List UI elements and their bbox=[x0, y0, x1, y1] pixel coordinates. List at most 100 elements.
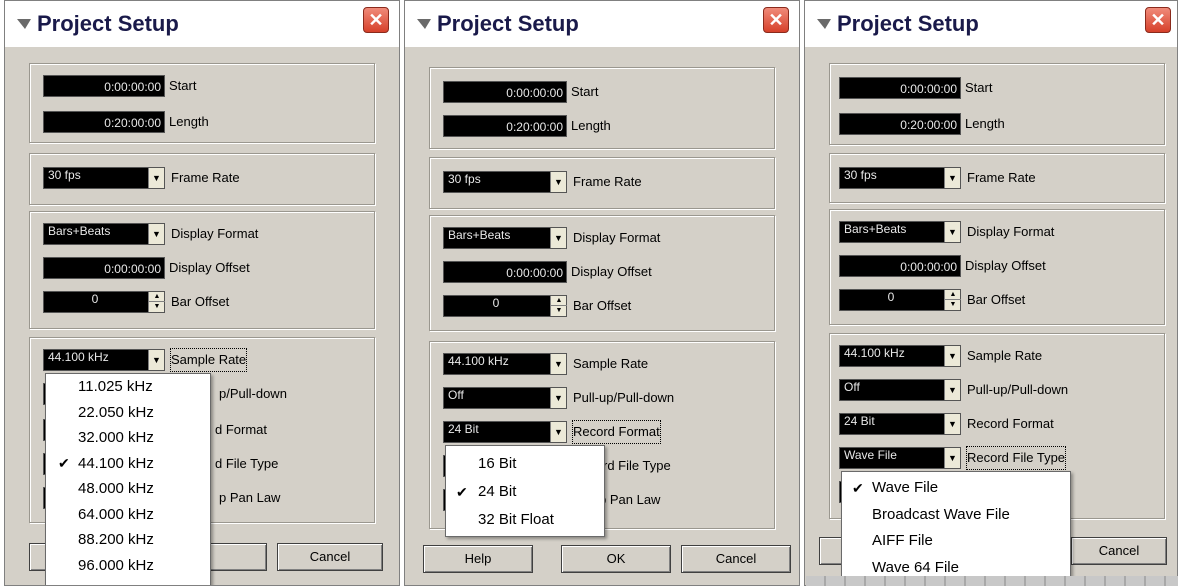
cubase-app-icon bbox=[17, 19, 31, 29]
pullup-label: p/Pull-down bbox=[219, 386, 287, 401]
record-format-menu: 16 Bit ✔ 24 Bit 32 Bit Float bbox=[445, 445, 605, 537]
start-field[interactable]: 0:00:00:00 bbox=[43, 75, 165, 97]
bar-offset-label: Bar Offset bbox=[573, 298, 632, 313]
chevron-down-icon[interactable]: ▼ bbox=[550, 172, 566, 192]
title-bar: Project Setup ✕ bbox=[805, 1, 1177, 47]
display-offset-field[interactable]: 0:00:00:00 bbox=[839, 255, 961, 277]
stepper-down-icon[interactable]: ▼ bbox=[945, 300, 961, 310]
chevron-down-icon[interactable]: ▼ bbox=[944, 222, 960, 242]
chevron-down-icon[interactable]: ▼ bbox=[550, 388, 566, 408]
pullup-label: Pull-up/Pull-down bbox=[967, 382, 1069, 397]
record-format-dropdown[interactable]: 24 Bit ▼ bbox=[443, 421, 567, 443]
record-format-dropdown[interactable]: 24 Bit ▼ bbox=[839, 413, 961, 435]
chevron-down-icon[interactable]: ▼ bbox=[944, 346, 960, 366]
display-format-dropdown[interactable]: Bars+Beats ▼ bbox=[443, 227, 567, 249]
close-button[interactable]: ✕ bbox=[1145, 7, 1171, 33]
menu-item-48000[interactable]: 48.000 kHz bbox=[46, 480, 210, 506]
stepper-up-icon[interactable]: ▲ bbox=[945, 290, 961, 300]
pan-law-label: p Pan Law bbox=[599, 492, 661, 507]
start-field[interactable]: 0:00:00:00 bbox=[839, 77, 961, 99]
length-field[interactable]: 0:20:00:00 bbox=[43, 111, 165, 133]
menu-item-24bit[interactable]: ✔ 24 Bit bbox=[446, 478, 604, 506]
menu-item-96000[interactable]: 96.000 kHz bbox=[46, 557, 210, 583]
menu-item-16bit[interactable]: 16 Bit bbox=[446, 450, 604, 478]
menu-item-label: Wave 64 File bbox=[872, 558, 959, 576]
sample-rate-label: Sample Rate bbox=[169, 348, 248, 372]
display-offset-label: Display Offset bbox=[169, 260, 250, 275]
sample-rate-dropdown[interactable]: 44.100 kHz ▼ bbox=[43, 349, 165, 371]
sample-rate-label: Sample Rate bbox=[967, 348, 1043, 363]
display-format-value: Bars+Beats bbox=[48, 224, 111, 238]
chevron-down-icon[interactable]: ▼ bbox=[944, 448, 960, 468]
pullup-dropdown[interactable]: Off ▼ bbox=[839, 379, 961, 401]
chevron-down-icon[interactable]: ▼ bbox=[944, 168, 960, 188]
pullup-dropdown[interactable]: Off ▼ bbox=[443, 387, 567, 409]
menu-item-label: Wave File bbox=[872, 479, 939, 496]
menu-item-broadcast-wave-file[interactable]: Broadcast Wave File bbox=[842, 502, 1070, 529]
menu-item-88200[interactable]: 88.200 kHz bbox=[46, 531, 210, 557]
record-file-type-label: Record File Type bbox=[965, 446, 1067, 470]
ok-button[interactable]: OK bbox=[561, 545, 671, 573]
menu-item-11025[interactable]: 11.025 kHz bbox=[46, 378, 210, 404]
display-offset-field[interactable]: 0:00:00:00 bbox=[443, 261, 567, 283]
chevron-down-icon[interactable]: ▼ bbox=[148, 168, 164, 188]
menu-item-wave-file[interactable]: ✔ Wave File bbox=[842, 475, 1070, 502]
bar-offset-stepper[interactable]: 0 ▲ ▼ bbox=[443, 295, 567, 317]
menu-item-32000[interactable]: 32.000 kHz bbox=[46, 429, 210, 455]
record-file-type-label: rd File Type bbox=[603, 458, 671, 473]
menu-item-label: 32.000 kHz bbox=[78, 429, 154, 446]
help-button[interactable]: Help bbox=[423, 545, 533, 573]
stepper-down-icon[interactable]: ▼ bbox=[149, 302, 165, 312]
record-file-type-dropdown[interactable]: Wave File ▼ bbox=[839, 447, 961, 469]
menu-item-label: 16 Bit bbox=[478, 455, 517, 472]
stepper-up-icon[interactable]: ▲ bbox=[551, 296, 567, 306]
start-field[interactable]: 0:00:00:00 bbox=[443, 81, 567, 103]
display-format-dropdown[interactable]: Bars+Beats ▼ bbox=[43, 223, 165, 245]
menu-item-label: 44.100 kHz bbox=[78, 454, 154, 472]
display-offset-label: Display Offset bbox=[571, 264, 652, 279]
project-setup-window-3: Project Setup ✕ 0:00:00:00 Start 0:20:00… bbox=[804, 0, 1178, 586]
frame-rate-value: 30 fps bbox=[448, 172, 481, 186]
close-button[interactable]: ✕ bbox=[763, 7, 789, 33]
chevron-down-icon[interactable]: ▼ bbox=[550, 422, 566, 442]
cancel-button[interactable]: Cancel bbox=[681, 545, 791, 573]
bar-offset-label: Bar Offset bbox=[967, 292, 1026, 307]
sample-rate-value: 44.100 kHz bbox=[448, 354, 509, 368]
chevron-down-icon[interactable]: ▼ bbox=[550, 354, 566, 374]
chevron-down-icon[interactable]: ▼ bbox=[148, 350, 164, 370]
menu-item-label: 48.000 kHz bbox=[78, 480, 154, 497]
frame-rate-label: Frame Rate bbox=[171, 170, 240, 185]
menu-item-label: 24 Bit bbox=[478, 483, 517, 500]
menu-item-32bit-float[interactable]: 32 Bit Float bbox=[446, 506, 604, 534]
length-field[interactable]: 0:20:00:00 bbox=[443, 115, 567, 137]
sample-rate-dropdown[interactable]: 44.100 kHz ▼ bbox=[839, 345, 961, 367]
frame-rate-dropdown[interactable]: 30 fps ▼ bbox=[839, 167, 961, 189]
cancel-button[interactable]: Cancel bbox=[277, 543, 383, 571]
display-format-dropdown[interactable]: Bars+Beats ▼ bbox=[839, 221, 961, 243]
sample-rate-menu: 11.025 kHz 22.050 kHz 32.000 kHz ✔ 44.100… bbox=[45, 373, 211, 585]
menu-item-44100[interactable]: ✔ 44.100 kHz bbox=[46, 455, 210, 481]
menu-item-22050[interactable]: 22.050 kHz bbox=[46, 404, 210, 430]
frame-rate-dropdown[interactable]: 30 fps ▼ bbox=[43, 167, 165, 189]
cancel-button[interactable]: Cancel bbox=[1071, 537, 1167, 565]
chevron-down-icon[interactable]: ▼ bbox=[944, 414, 960, 434]
menu-item-label: AIFF File bbox=[872, 532, 933, 549]
display-format-label: Display Format bbox=[573, 230, 661, 245]
frame-rate-label: Frame Rate bbox=[573, 174, 642, 189]
bar-offset-stepper[interactable]: 0 ▲ ▼ bbox=[43, 291, 165, 313]
chevron-down-icon[interactable]: ▼ bbox=[944, 380, 960, 400]
stepper-down-icon[interactable]: ▼ bbox=[551, 306, 567, 316]
stepper-up-icon[interactable]: ▲ bbox=[149, 292, 165, 302]
bar-offset-stepper[interactable]: 0 ▲ ▼ bbox=[839, 289, 961, 311]
frame-rate-dropdown[interactable]: 30 fps ▼ bbox=[443, 171, 567, 193]
check-icon: ✔ bbox=[852, 480, 864, 496]
display-offset-field[interactable]: 0:00:00:00 bbox=[43, 257, 165, 279]
menu-item-aiff-file[interactable]: AIFF File bbox=[842, 528, 1070, 555]
chevron-down-icon[interactable]: ▼ bbox=[148, 224, 164, 244]
menu-item-64000[interactable]: 64.000 kHz bbox=[46, 506, 210, 532]
chevron-down-icon[interactable]: ▼ bbox=[550, 228, 566, 248]
sample-rate-dropdown[interactable]: 44.100 kHz ▼ bbox=[443, 353, 567, 375]
close-button[interactable]: ✕ bbox=[363, 7, 389, 33]
record-format-label: Record Format bbox=[967, 416, 1054, 431]
length-field[interactable]: 0:20:00:00 bbox=[839, 113, 961, 135]
